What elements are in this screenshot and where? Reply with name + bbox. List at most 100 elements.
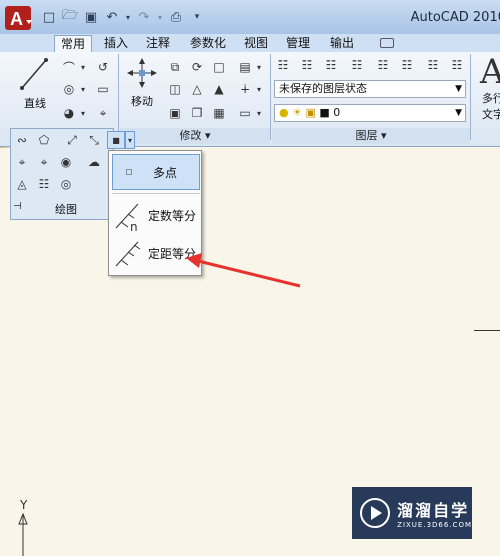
spline-icon[interactable]: ↺ xyxy=(94,58,112,76)
layer-match-icon[interactable]: ☷ xyxy=(322,56,340,74)
polygon-icon[interactable]: ⬠ xyxy=(35,131,53,149)
rectangle-icon[interactable]: ▭ xyxy=(94,80,112,98)
xline-icon[interactable]: ⤡ xyxy=(85,131,103,149)
tab-home[interactable]: 常用 xyxy=(54,35,92,52)
region-icon[interactable]: ◉ xyxy=(57,153,75,171)
circle-dropdown-icon[interactable]: ▾ xyxy=(78,80,88,98)
offset-dropdown-icon[interactable]: ▾ xyxy=(254,104,264,122)
pin-icon[interactable]: ⊣ xyxy=(13,201,22,212)
redo-dropdown-icon[interactable]: ▾ xyxy=(156,8,164,26)
save-icon[interactable]: ▣ xyxy=(82,8,100,26)
arc-icon[interactable]: ◕ xyxy=(60,104,78,122)
modify-panel-label[interactable]: 修改 ▾ xyxy=(120,128,270,144)
polyline-dropdown-icon[interactable]: ▾ xyxy=(78,58,88,76)
minimize-ribbon-icon[interactable] xyxy=(380,38,394,48)
line-icon xyxy=(20,58,48,90)
print-icon[interactable]: ⎙ xyxy=(167,8,185,26)
layer-make-current-icon[interactable]: ☷ xyxy=(298,56,316,74)
menu-item-multiple-points[interactable]: □ 多点 xyxy=(112,154,200,190)
stretch-icon[interactable]: ◫ xyxy=(166,80,184,98)
layer-properties-icon[interactable]: ☷ xyxy=(274,56,292,74)
point-icon[interactable]: ■ xyxy=(107,131,125,149)
layer-off-icon[interactable]: ☷ xyxy=(448,56,466,74)
menu-separator xyxy=(112,193,200,194)
undo-icon[interactable]: ↶ xyxy=(103,8,121,26)
mirror-icon[interactable]: △ xyxy=(188,80,206,98)
table-icon[interactable]: ☷ xyxy=(35,175,53,193)
open-folder-icon[interactable]: 🗁 xyxy=(61,8,79,26)
ucs-icon xyxy=(18,512,28,556)
tab-annotate[interactable]: 注释 xyxy=(140,35,176,52)
tab-manage[interactable]: 管理 xyxy=(280,35,316,52)
tab-output[interactable]: 输出 xyxy=(324,35,360,52)
layer-state-select[interactable]: 未保存的图层状态 ▼ xyxy=(274,80,466,98)
layer-freeze-icon[interactable]: ☷ xyxy=(424,56,442,74)
lock-icon: ▣ xyxy=(305,106,316,119)
draw-panel-expanded: ∾ ⬠ ⤢ ⤡ ■ ▾ ⌖ ⌖ ◉ ☁ ◬ ☷ ◎ ⊣ 绘图 xyxy=(10,128,135,220)
line-tool-button[interactable]: 直线 xyxy=(14,56,56,112)
layers-panel-label[interactable]: 图层 ▾ xyxy=(272,128,470,144)
move-tool-button[interactable]: 移动 xyxy=(122,56,162,112)
menu-item-label: 多点 xyxy=(153,165,178,180)
rotate-icon[interactable]: ⟳ xyxy=(188,58,206,76)
text-label: 文字 xyxy=(482,108,500,121)
draw-panel-label: 绘图 xyxy=(55,203,77,216)
array-icon[interactable]: ▦ xyxy=(210,104,228,122)
play-logo-icon xyxy=(360,498,390,528)
block-icon[interactable]: ⌖ xyxy=(13,153,31,171)
fillet-dropdown-icon[interactable]: ▾ xyxy=(254,58,264,76)
mirror-axis-icon[interactable]: ▲ xyxy=(210,80,228,98)
ribbon-separator xyxy=(270,54,271,140)
move-label: 移动 xyxy=(131,95,153,108)
watermark-name: 溜溜自学 xyxy=(397,501,470,520)
undo-dropdown-icon[interactable]: ▾ xyxy=(124,8,132,26)
revcloud-icon[interactable]: ☁ xyxy=(85,153,103,171)
offset-icon[interactable]: ▭ xyxy=(236,104,254,122)
ray-icon[interactable]: ⤢ xyxy=(63,131,81,149)
arc-dropdown-icon[interactable]: ▾ xyxy=(78,104,88,122)
trim-icon[interactable]: □ xyxy=(210,58,228,76)
extend-icon[interactable]: ∔ xyxy=(236,80,254,98)
extend-dropdown-icon[interactable]: ▾ xyxy=(254,80,264,98)
insert-block-icon[interactable]: ⌖ xyxy=(35,153,53,171)
donut-icon[interactable]: ◎ xyxy=(57,175,75,193)
crosshair-line xyxy=(474,330,500,331)
annotation-arrow xyxy=(186,253,301,288)
application-menu-button[interactable]: A xyxy=(4,4,34,32)
watermark-url: ZIXUE.3D66.COM xyxy=(397,521,472,529)
chevron-down-icon: ▼ xyxy=(455,84,462,94)
ribbon-separator xyxy=(118,54,119,140)
copy-icon[interactable]: ⧉ xyxy=(166,58,184,76)
polyline-icon[interactable]: ⌒ xyxy=(60,58,78,76)
ribbon-separator xyxy=(470,54,471,140)
circle-icon[interactable]: ◎ xyxy=(60,80,78,98)
sun-icon: ☀ xyxy=(292,106,302,119)
chevron-down-icon: ▼ xyxy=(455,108,462,118)
menu-item-divide[interactable]: n 定数等分 xyxy=(112,197,200,233)
y-axis-label: Y xyxy=(20,498,28,512)
customize-qat-icon[interactable]: ▾ xyxy=(188,8,206,26)
polyline-curve-icon[interactable]: ∾ xyxy=(13,131,31,149)
menu-item-label: 定数等分 xyxy=(148,208,197,223)
layer-isolate-icon[interactable]: ☷ xyxy=(374,56,392,74)
tab-view[interactable]: 视图 xyxy=(238,35,274,52)
text-style-icon: A xyxy=(480,54,500,92)
hatch-icon[interactable]: ⌖ xyxy=(94,104,112,122)
point-dropdown-icon[interactable]: ▾ xyxy=(125,131,135,149)
layer-previous-icon[interactable]: ☷ xyxy=(348,56,366,74)
layer-unisolate-icon[interactable]: ☷ xyxy=(398,56,416,74)
move-icon xyxy=(127,58,157,88)
scale-icon[interactable]: ▣ xyxy=(166,104,184,122)
new-file-icon[interactable]: □ xyxy=(40,8,58,26)
layer-select[interactable]: ● ☀ ▣ ■ 0 ▼ xyxy=(274,104,466,122)
tab-insert[interactable]: 插入 xyxy=(98,35,134,52)
boundary-icon[interactable]: ◬ xyxy=(13,175,31,193)
divide-icon: n xyxy=(115,203,139,232)
fillet-icon[interactable]: ▤ xyxy=(236,58,254,76)
layer-state-value: 未保存的图层状态 xyxy=(279,82,367,95)
svg-text:A: A xyxy=(10,9,23,29)
redo-icon[interactable]: ↷ xyxy=(135,8,153,26)
multiline-text-button[interactable]: A 多行 文字 xyxy=(474,54,500,126)
explode-icon[interactable]: ❐ xyxy=(188,104,206,122)
tab-parametric[interactable]: 参数化 xyxy=(184,35,232,52)
